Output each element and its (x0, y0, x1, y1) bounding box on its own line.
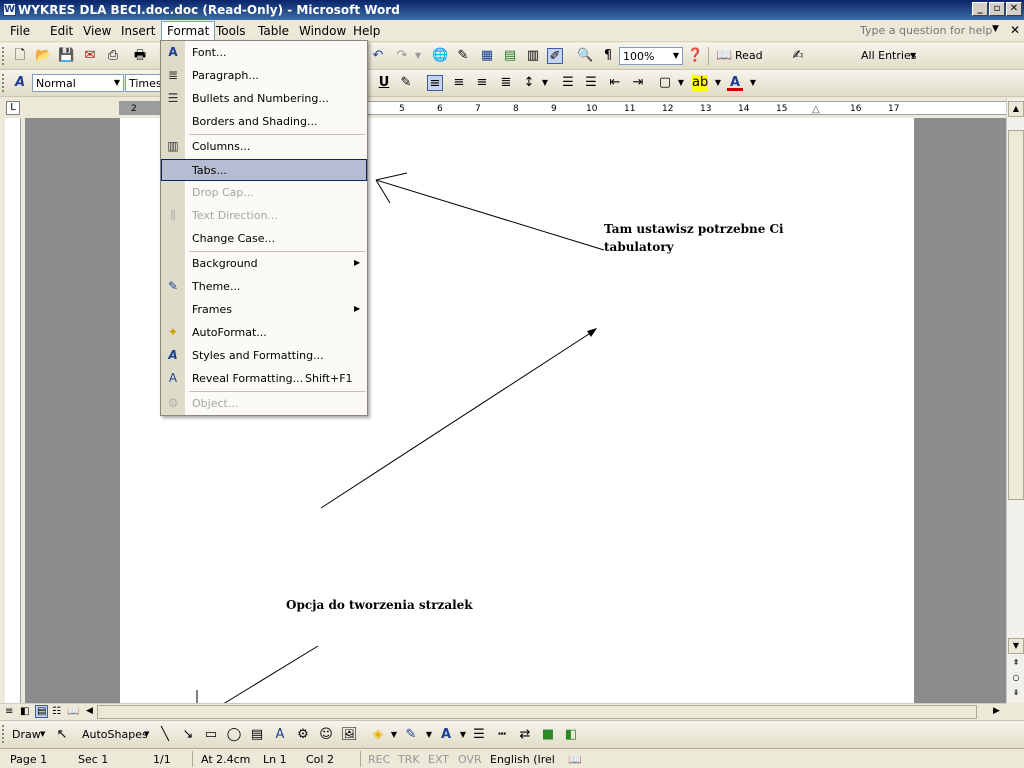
diagram-icon[interactable]: ⚙ (295, 727, 311, 743)
menu-item-background[interactable]: Background ▶ (161, 252, 367, 275)
menu-item-autoformat[interactable]: ✦ AutoFormat... (161, 321, 367, 344)
print-layout-icon[interactable]: ▤ (35, 705, 49, 718)
reveal-shortcut: Shift+F1 (305, 372, 353, 385)
arrowhead-line (375, 172, 408, 181)
select-objects-icon[interactable]: ↖ (54, 727, 70, 743)
menu-item-text-direction: ⫼ Text Direction... (161, 204, 367, 227)
clip-art-icon[interactable]: ☺ (318, 727, 334, 743)
fill-color-dropdown-icon[interactable]: ▼ (386, 727, 402, 743)
reveal-icon: A (168, 371, 178, 385)
browse-object-icon[interactable]: ○ (1008, 671, 1024, 687)
menu-item-columns[interactable]: ▥ Columns... (161, 135, 367, 158)
draw-font-color-dropdown-icon[interactable]: ▼ (455, 727, 471, 743)
draw-dropdown-icon[interactable]: ▼ (40, 730, 45, 738)
status-ovr[interactable]: OVR (458, 753, 482, 766)
status-section: Sec 1 (78, 753, 109, 766)
menu-item-styles[interactable]: A Styles and Formatting... (161, 344, 367, 367)
object-icon: ⚙ (167, 396, 179, 410)
scroll-down-icon[interactable]: ▼ (1008, 638, 1024, 654)
status-language: English (Irel (490, 753, 555, 766)
text-direction-icon: ⫼ (170, 208, 176, 222)
arrow-tool-icon[interactable]: ↘ (180, 727, 196, 743)
theme-icon: ✎ (167, 279, 179, 293)
3d-style-icon[interactable]: ◧ (563, 727, 579, 743)
menu-item-frames[interactable]: Frames ▶ (161, 298, 367, 321)
menu-item-font[interactable]: A Font... (161, 41, 367, 64)
web-layout-icon[interactable]: ◧ (20, 706, 29, 717)
menu-item-drop-cap: Drop Cap... (192, 186, 254, 199)
insert-picture-icon[interactable]: 🖼 (341, 727, 358, 743)
status-pages: 1/1 (153, 753, 171, 766)
scroll-left-icon[interactable]: ◀ (86, 706, 93, 716)
menu-item-theme[interactable]: ✎ Theme... (161, 275, 367, 298)
status-position: At 2.4cm (201, 753, 251, 766)
previous-page-icon[interactable]: ⇞ (1008, 656, 1024, 672)
arrow-style-icon[interactable]: ⇄ (517, 727, 533, 743)
normal-view-icon[interactable]: ≡ (5, 706, 13, 717)
status-separator (192, 751, 193, 767)
drawing-toolbar: Draw ▼ ↖ AutoShapes ▼ ╲ ↘ ▭ ◯ ▤ A ⚙ ☺ 🖼 … (0, 720, 1024, 748)
wordart-icon[interactable]: A (272, 727, 288, 743)
status-trk[interactable]: TRK (398, 753, 420, 766)
diagonal-arrowhead (587, 328, 597, 337)
text-box-icon[interactable]: ▤ (249, 727, 265, 743)
status-page: Page 1 (10, 753, 48, 766)
next-page-icon[interactable]: ⇟ (1008, 686, 1024, 702)
shadow-style-icon[interactable]: ■ (540, 727, 556, 743)
horizontal-scrollbar: ≡ ◧ ▤ ☷ 📖 ◀ ▶ (0, 703, 1006, 720)
menu-item-tabs[interactable]: Tabs... (161, 159, 367, 181)
menu-item-borders[interactable]: Borders and Shading... (161, 110, 367, 133)
autoformat-icon: ✦ (167, 325, 179, 339)
reading-layout-icon[interactable]: 📖 (67, 706, 79, 717)
scroll-right-icon[interactable]: ▶ (993, 706, 1000, 716)
status-rec[interactable]: REC (368, 753, 390, 766)
outline-view-icon[interactable]: ☷ (52, 706, 61, 717)
status-separator (360, 751, 361, 767)
status-ext[interactable]: EXT (428, 753, 449, 766)
styles-icon: A (168, 348, 178, 362)
draw-font-color-icon[interactable]: A (438, 727, 454, 743)
arrow-to-tabs (375, 179, 605, 251)
submenu-arrow-icon: ▶ (354, 304, 361, 313)
menu-item-paragraph[interactable]: ≣ Paragraph... (161, 64, 367, 87)
rectangle-tool-icon[interactable]: ▭ (203, 727, 219, 743)
scroll-up-icon[interactable]: ▲ (1008, 101, 1024, 117)
font-icon: A (168, 45, 178, 59)
line-style-icon[interactable]: ☰ (471, 727, 487, 743)
submenu-arrow-icon: ▶ (354, 258, 361, 267)
fill-color-icon[interactable]: ◈ (370, 727, 386, 743)
status-column: Col 2 (306, 753, 334, 766)
line-tool-icon[interactable]: ╲ (157, 727, 173, 743)
oval-tool-icon[interactable]: ◯ (226, 727, 242, 743)
columns-icon: ▥ (167, 139, 179, 153)
bullets-icon: ☰ (167, 91, 179, 105)
toolbar-grip[interactable] (2, 725, 6, 743)
spelling-status-icon[interactable]: 📖 (568, 753, 582, 766)
autoshapes-dropdown-icon[interactable]: ▼ (144, 730, 149, 738)
format-menu: A Font... ≣ Paragraph... ☰ Bullets and N… (160, 40, 368, 416)
line-color-icon[interactable]: ✎ (403, 727, 419, 743)
draw-menu-button[interactable]: Draw (12, 728, 41, 741)
dash-style-icon[interactable]: ┅ (494, 727, 510, 743)
drawn-arrows (196, 172, 605, 721)
line-color-dropdown-icon[interactable]: ▼ (421, 727, 437, 743)
scroll-thumb[interactable] (1008, 130, 1024, 500)
status-bar: Page 1 Sec 1 1/1 At 2.4cm Ln 1 Col 2 REC… (0, 748, 1024, 768)
menu-item-object: ⚙ Object... (161, 392, 367, 415)
menu-item-change-case[interactable]: Change Case... (161, 227, 367, 250)
autoshapes-menu-button[interactable]: AutoShapes (82, 728, 148, 741)
menu-item-bullets[interactable]: ☰ Bullets and Numbering... (161, 87, 367, 110)
vertical-scrollbar[interactable]: ▲ ▼ ⇞ ○ ⇟ (1006, 98, 1024, 703)
status-line: Ln 1 (263, 753, 287, 766)
paragraph-icon: ≣ (167, 68, 179, 82)
horizontal-thumb[interactable] (97, 705, 977, 719)
menu-item-reveal-formatting[interactable]: A Reveal Formatting... Shift+F1 (161, 367, 367, 390)
